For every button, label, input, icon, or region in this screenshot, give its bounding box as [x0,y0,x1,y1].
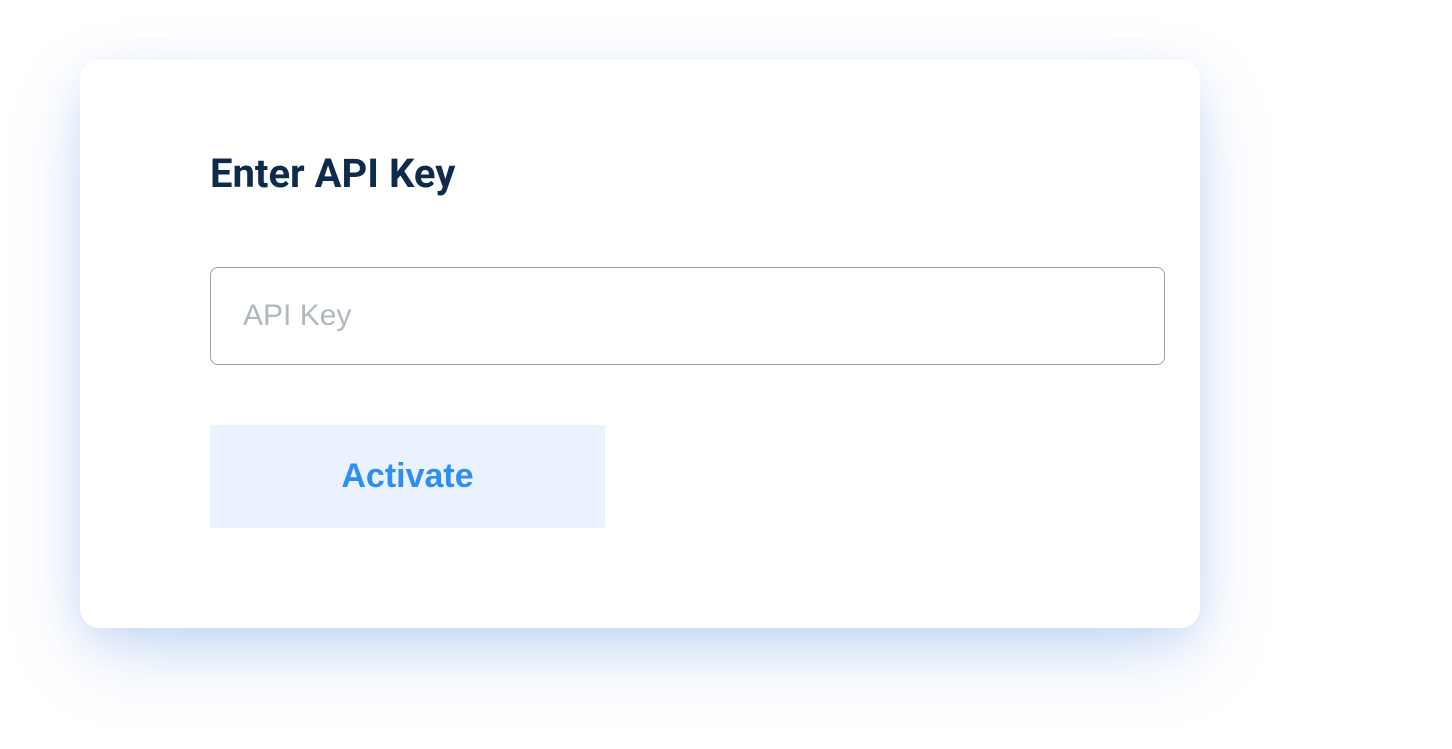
activate-button[interactable]: Activate [210,425,605,528]
api-key-card: Enter API Key Activate [80,60,1200,628]
card-title: Enter API Key [210,150,1070,197]
api-key-input[interactable] [210,267,1165,365]
